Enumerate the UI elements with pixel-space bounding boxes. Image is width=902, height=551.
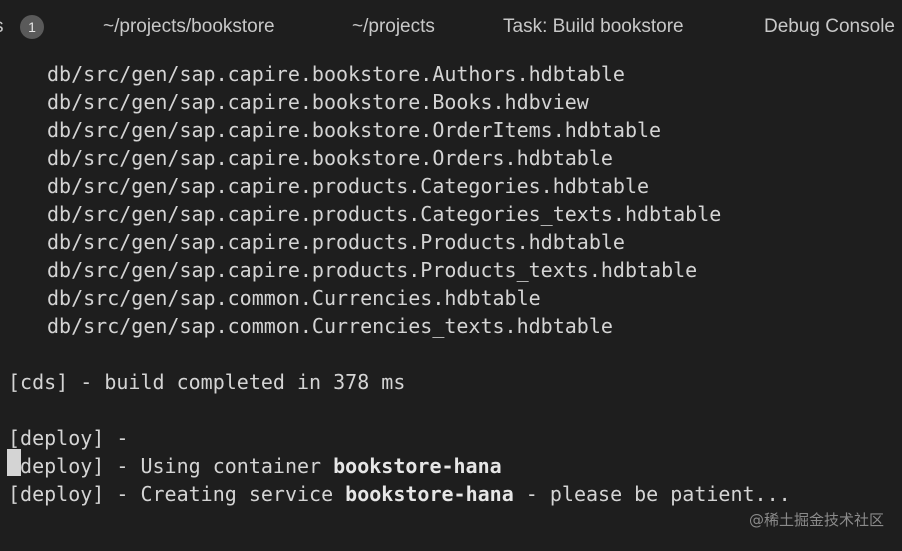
terminal-window: s 1 ~/projects/bookstore ~/projects Task… bbox=[0, 0, 902, 551]
terminal-cursor bbox=[7, 449, 21, 476]
output-line-deploy-container: [deploy] - Using container bookstore-han… bbox=[8, 452, 502, 480]
output-line-file: db/src/gen/sap.capire.products.Products_… bbox=[47, 258, 698, 282]
output-line-file: db/src/gen/sap.capire.bookstore.Books.hd… bbox=[47, 90, 589, 114]
output-line-file: db/src/gen/sap.capire.bookstore.Authors.… bbox=[47, 62, 625, 86]
deploy-patient-text: - please be patient... bbox=[513, 482, 791, 506]
output-line-file: db/src/gen/sap.common.Currencies_texts.h… bbox=[47, 314, 613, 338]
container-name: bookstore-hana bbox=[333, 454, 502, 478]
deploy-using-text: [deploy] - Using container bbox=[8, 454, 334, 478]
deploy-creating-text: [deploy] - Creating service bbox=[8, 482, 346, 506]
output-line-file: db/src/gen/sap.common.Currencies.hdbtabl… bbox=[47, 286, 541, 310]
output-line-build: [cds] - build completed in 378 ms bbox=[8, 370, 406, 394]
output-line-file: db/src/gen/sap.capire.products.Categorie… bbox=[47, 174, 650, 198]
output-line-deploy-service: [deploy] - Creating service bookstore-ha… bbox=[8, 480, 791, 508]
output-line-file: db/src/gen/sap.capire.bookstore.Orders.h… bbox=[47, 146, 613, 170]
tab-projects[interactable]: ~/projects bbox=[352, 15, 435, 39]
watermark: @稀土掘金技术社区 bbox=[748, 511, 884, 529]
tab-debug-console[interactable]: Debug Console bbox=[764, 15, 895, 39]
output-line-deploy: [deploy] - bbox=[8, 426, 129, 450]
tab-badge-count: 1 bbox=[20, 15, 44, 39]
terminal-output[interactable]: db/src/gen/sap.capire.bookstore.Authors.… bbox=[0, 60, 902, 551]
output-line-file: db/src/gen/sap.capire.bookstore.OrderIte… bbox=[47, 118, 662, 142]
tab-projects-bookstore[interactable]: ~/projects/bookstore bbox=[103, 15, 275, 39]
output-line-file: db/src/gen/sap.capire.products.Categorie… bbox=[47, 202, 722, 226]
output-line-file: db/src/gen/sap.capire.products.Products.… bbox=[47, 230, 625, 254]
tab-truncated[interactable]: s bbox=[0, 15, 4, 39]
terminal-tab-bar: s 1 ~/projects/bookstore ~/projects Task… bbox=[0, 0, 902, 52]
service-name: bookstore-hana bbox=[345, 482, 514, 506]
tab-task-build-bookstore[interactable]: Task: Build bookstore bbox=[503, 15, 684, 39]
